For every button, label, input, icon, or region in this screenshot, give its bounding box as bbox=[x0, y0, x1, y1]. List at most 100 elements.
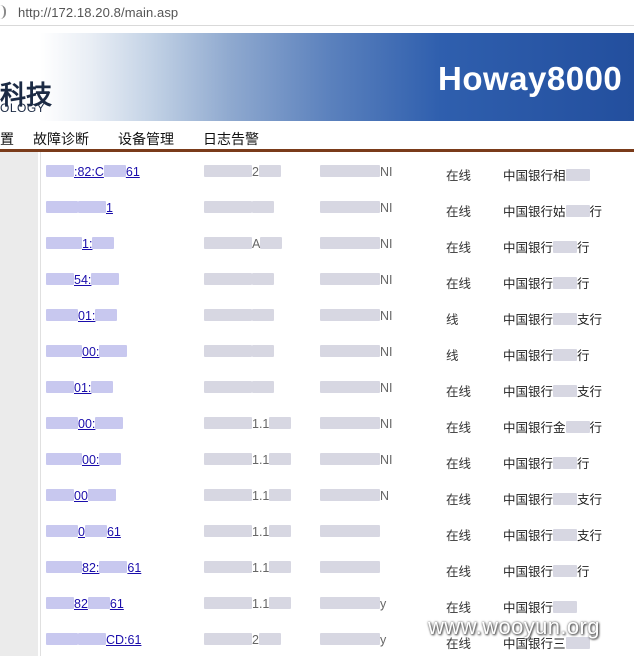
device-ip: 1.1 bbox=[204, 597, 292, 611]
device-status: 在线 bbox=[446, 385, 472, 399]
device-ip: 1.1 bbox=[204, 561, 292, 575]
redacted-mac-part bbox=[46, 417, 78, 429]
branch-prefix: 中国银行 bbox=[503, 277, 554, 291]
redacted-ip-part bbox=[204, 489, 252, 501]
device-ip: 2 bbox=[204, 633, 281, 647]
table-row: 00: NI 线 中国银行 行 bbox=[42, 332, 634, 368]
frame-divider bbox=[40, 152, 41, 656]
branch-prefix: 中国银行金 bbox=[503, 421, 566, 435]
device-model: y bbox=[320, 633, 386, 647]
device-mac-link[interactable]: 82 61 bbox=[46, 597, 124, 611]
ip-fragment: 1.1 bbox=[252, 417, 270, 431]
menu-item-log-alerts[interactable]: 日志告警 bbox=[203, 129, 259, 149]
branch-prefix: 中国银行姑 bbox=[503, 205, 566, 219]
mac-fragment: 00: bbox=[82, 453, 100, 467]
table-row: :82:C 61 2 NI 在线 中国银行相 bbox=[42, 152, 634, 188]
redacted-mac-part bbox=[46, 165, 74, 177]
table-row: 00 1.1 N 在线 中国银行 支行 bbox=[42, 476, 634, 512]
branch-prefix: 中国银行 bbox=[503, 313, 554, 327]
redacted-mac-part bbox=[91, 381, 114, 393]
redacted-ip-part bbox=[269, 417, 292, 429]
ip-fragment: 2 bbox=[252, 165, 259, 179]
device-mac-link[interactable]: 01: bbox=[46, 309, 118, 323]
ip-fragment: 1.1 bbox=[252, 489, 270, 503]
device-mac-link[interactable]: CD:61 bbox=[46, 633, 141, 647]
device-mac-link[interactable]: 1 bbox=[46, 201, 113, 215]
model-fragment: N bbox=[380, 489, 390, 503]
table-row: 0 61 1.1 在线 中国银行 支行 bbox=[42, 512, 634, 548]
branch-suffix: 行 bbox=[577, 565, 590, 579]
device-model: NI bbox=[320, 273, 393, 287]
redacted-branch-part bbox=[553, 601, 578, 613]
branch-prefix: 中国银行 bbox=[503, 493, 554, 507]
redacted-model-part bbox=[320, 489, 380, 501]
device-mac-link[interactable]: 00: bbox=[46, 453, 122, 467]
device-ip: 2 bbox=[204, 165, 281, 179]
logo-english-text: OLOGY bbox=[0, 101, 46, 115]
redacted-ip-part bbox=[204, 237, 252, 249]
redacted-ip-part bbox=[252, 345, 274, 357]
mac-fragment: 82 bbox=[74, 597, 88, 611]
device-status: 在线 bbox=[446, 457, 472, 471]
ip-fragment: 1.1 bbox=[252, 525, 270, 539]
branch-suffix: 支行 bbox=[577, 493, 603, 507]
redacted-mac-part bbox=[46, 381, 74, 393]
branch-suffix: 行 bbox=[577, 241, 590, 255]
branch-name: 中国银行 行 bbox=[503, 453, 590, 472]
mac-fragment: 01: bbox=[74, 381, 92, 395]
branch-name: 中国银行 行 bbox=[503, 561, 590, 580]
table-row: 00: 1.1 NI 在线 中国银行 行 bbox=[42, 440, 634, 476]
branch-name: 中国银行 支行 bbox=[503, 381, 602, 400]
ip-fragment: 1.1 bbox=[252, 597, 270, 611]
redacted-model-part bbox=[320, 381, 380, 393]
redacted-ip-part bbox=[204, 597, 252, 609]
redacted-mac-part bbox=[87, 489, 116, 501]
branch-prefix: 中国银行 bbox=[503, 241, 554, 255]
device-status: 线 bbox=[446, 349, 459, 363]
branch-name: 中国银行 行 bbox=[503, 237, 590, 256]
device-model: NI bbox=[320, 165, 393, 179]
address-bar[interactable]: http://172.18.20.8/main.asp bbox=[0, 0, 634, 26]
redacted-model-part bbox=[320, 597, 380, 609]
model-fragment: y bbox=[380, 633, 387, 647]
redacted-model-part bbox=[320, 273, 380, 285]
device-mac-link[interactable]: 01: bbox=[46, 381, 114, 395]
mac-fragment: 01: bbox=[78, 309, 96, 323]
device-mac-link[interactable]: 54: bbox=[46, 273, 120, 287]
main-menu: 置 故障诊断 设备管理 日志告警 bbox=[0, 121, 634, 152]
redacted-ip-part bbox=[252, 201, 274, 213]
device-mac-link[interactable]: 00: bbox=[46, 417, 124, 431]
redacted-branch-part bbox=[565, 169, 590, 181]
branch-suffix: 行 bbox=[577, 349, 590, 363]
table-row: 00: 1.1 NI 在线 中国银行金 行 bbox=[42, 404, 634, 440]
model-fragment: NI bbox=[380, 237, 393, 251]
menu-item-settings[interactable]: 置 bbox=[0, 129, 14, 149]
device-mac-link[interactable]: :82:C 61 bbox=[46, 165, 140, 179]
branch-name: 中国银行 行 bbox=[503, 273, 590, 292]
device-ip bbox=[204, 381, 274, 395]
mac-fragment: 0 bbox=[78, 525, 85, 539]
menu-item-fault-diagnosis[interactable]: 故障诊断 bbox=[33, 129, 89, 149]
redacted-ip-part bbox=[204, 633, 252, 645]
table-row: 1: A NI 在线 中国银行 行 bbox=[42, 224, 634, 260]
redacted-mac-part bbox=[46, 633, 78, 645]
branch-prefix: 中国银行 bbox=[503, 601, 554, 615]
device-mac-link[interactable]: 82: 61 bbox=[46, 561, 141, 575]
menu-item-device-management[interactable]: 设备管理 bbox=[118, 129, 174, 149]
device-model: NI bbox=[320, 309, 393, 323]
redacted-ip-part bbox=[269, 489, 292, 501]
redacted-ip-part bbox=[204, 417, 252, 429]
device-mac-link[interactable]: 00 bbox=[46, 489, 116, 503]
url-text[interactable]: http://172.18.20.8/main.asp bbox=[18, 5, 178, 20]
redacted-ip-part bbox=[204, 381, 252, 393]
redacted-branch-part bbox=[553, 529, 578, 541]
device-mac-link[interactable]: 0 61 bbox=[46, 525, 121, 539]
device-mac-link[interactable]: 1: bbox=[46, 237, 115, 251]
redacted-ip-part bbox=[204, 309, 252, 321]
redacted-mac-part bbox=[78, 633, 106, 645]
redacted-mac-part bbox=[46, 309, 78, 321]
device-mac-link[interactable]: 00: bbox=[46, 345, 128, 359]
redacted-ip-part bbox=[252, 309, 274, 321]
redacted-ip-part bbox=[258, 165, 281, 177]
device-model: NI bbox=[320, 417, 393, 431]
